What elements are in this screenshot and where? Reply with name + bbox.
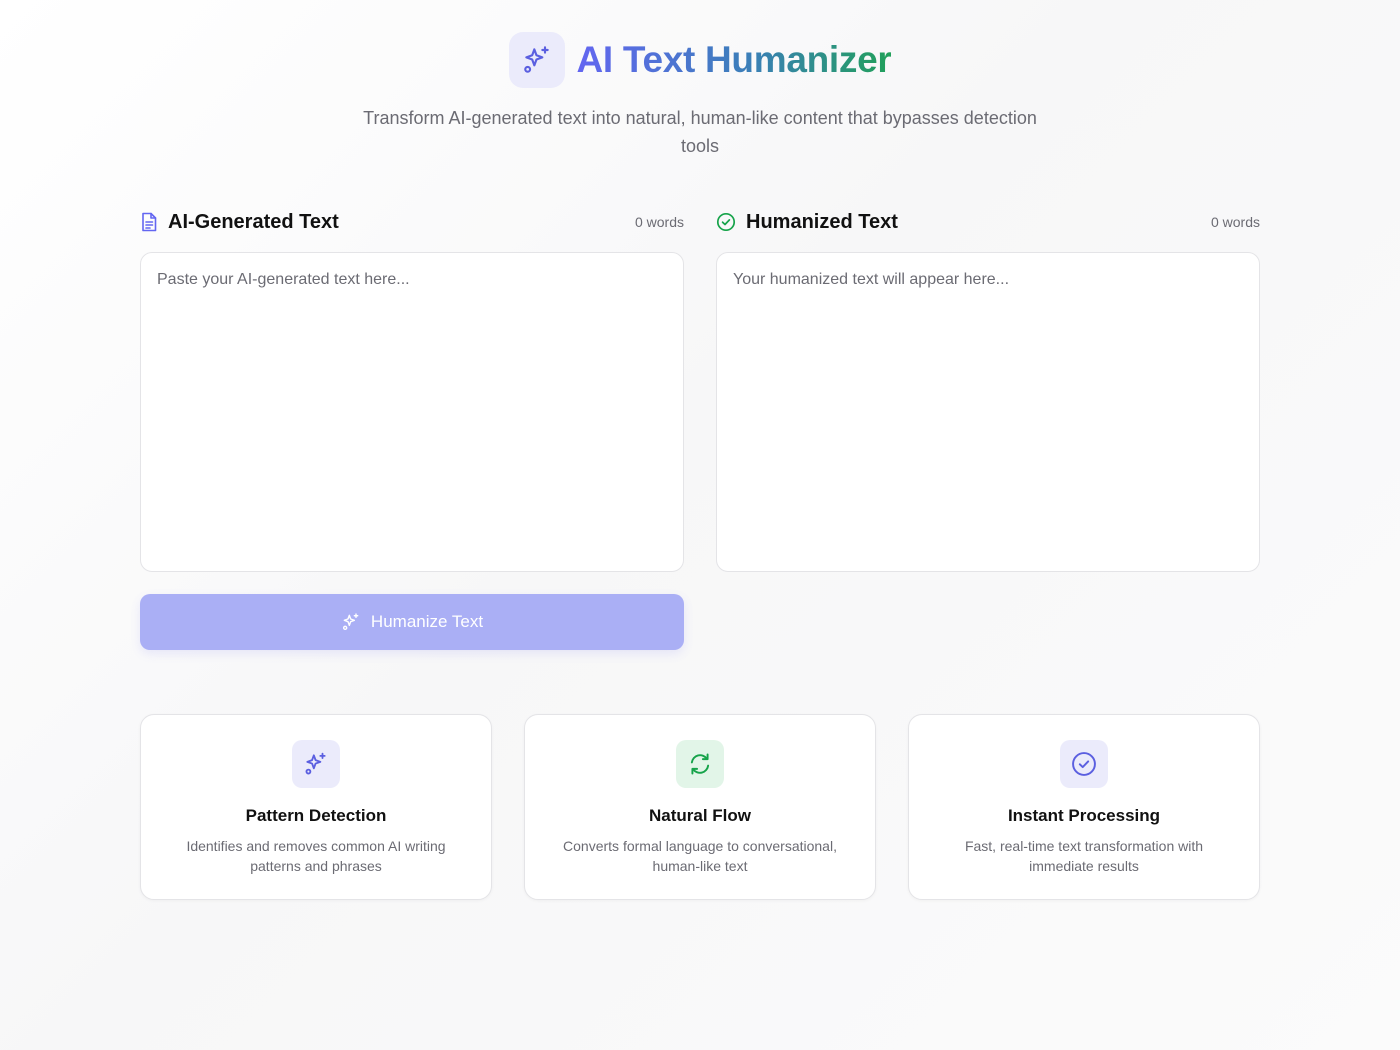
page-subtitle: Transform AI-generated text into natural… bbox=[363, 108, 1037, 156]
logo bbox=[508, 32, 565, 88]
output-word-count: 0 words bbox=[1210, 214, 1260, 230]
page: AI Text Humanizer Transform AI-generated… bbox=[0, 0, 1400, 1050]
humanize-button[interactable]: Humanize Text bbox=[140, 594, 684, 650]
check-circle-icon bbox=[716, 212, 736, 232]
feature-title: Natural Flow bbox=[648, 806, 751, 825]
output-panel-title: Humanized Text bbox=[746, 210, 898, 233]
feature-card-instant-processing: Instant Processing Fast, real-time text … bbox=[908, 714, 1260, 900]
input-panel: AI-Generated Text 0 words bbox=[140, 208, 684, 572]
feature-card-pattern-detection: Pattern Detection Identifies and removes… bbox=[140, 714, 492, 900]
header: AI Text Humanizer bbox=[0, 32, 1400, 88]
document-icon bbox=[142, 212, 157, 232]
output-panel-header: Humanized Text 0 words bbox=[716, 208, 1260, 236]
feature-card-natural-flow: Natural Flow Converts formal language to… bbox=[524, 714, 876, 900]
sparkles-icon bbox=[523, 46, 549, 73]
output-panel: Humanized Text 0 words bbox=[716, 208, 1260, 572]
feature-description: Converts formal language to conversation… bbox=[563, 838, 837, 874]
feature-description: Fast, real-time text transformation with… bbox=[964, 838, 1204, 874]
sparkles-icon bbox=[305, 752, 326, 775]
input-word-count: 0 words bbox=[634, 214, 684, 230]
ai-text-input[interactable] bbox=[140, 252, 684, 572]
feature-title: Pattern Detection bbox=[245, 806, 387, 825]
check-circle-icon bbox=[1072, 752, 1096, 776]
humanize-button-label: Humanize Text bbox=[370, 612, 484, 631]
input-panel-header: AI-Generated Text 0 words bbox=[140, 208, 684, 236]
refresh-icon bbox=[690, 753, 710, 775]
app-title: AI Text Humanizer bbox=[576, 39, 892, 80]
sparkles-icon bbox=[342, 613, 359, 631]
feature-description: Identifies and removes common AI writing… bbox=[186, 838, 446, 874]
input-panel-title: AI-Generated Text bbox=[168, 210, 339, 233]
humanized-text-output[interactable] bbox=[716, 252, 1260, 572]
feature-title: Instant Processing bbox=[1007, 806, 1161, 825]
